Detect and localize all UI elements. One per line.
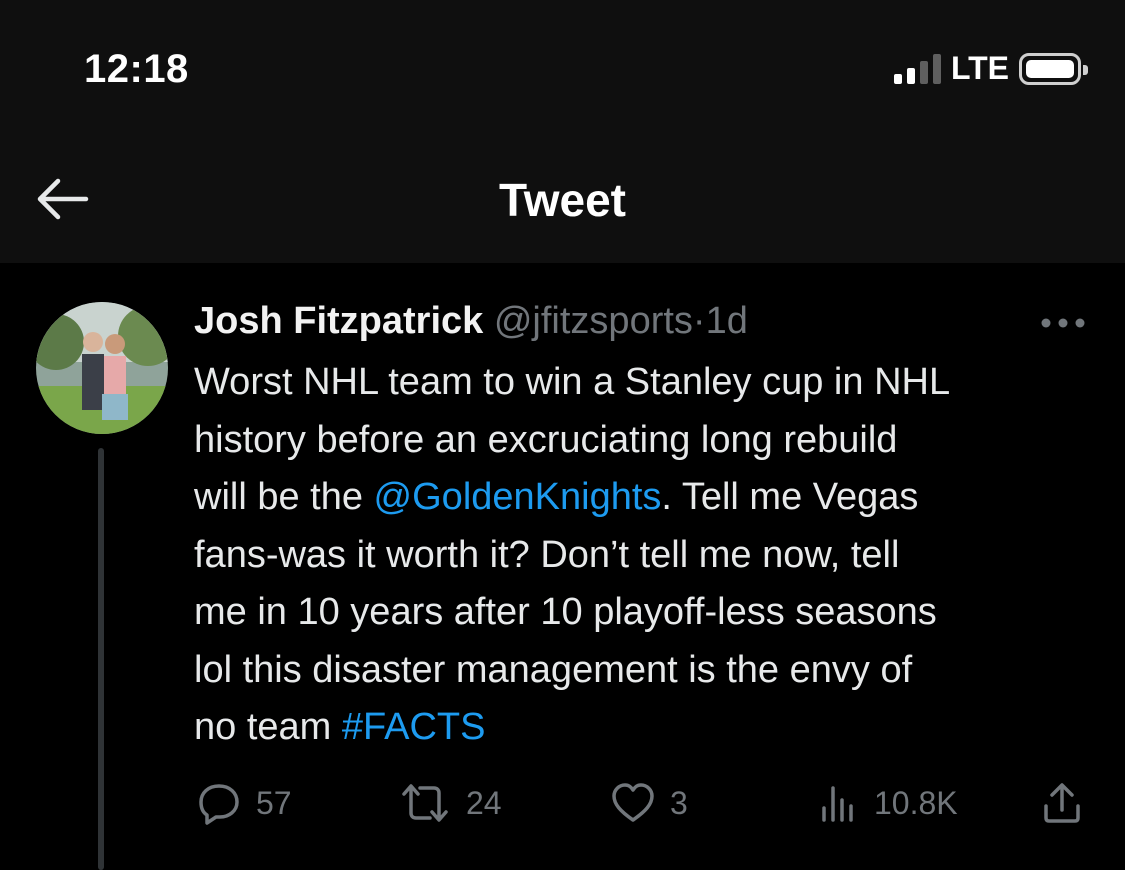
tweet-line: will be the @GoldenKnights. Tell me Vega… <box>194 469 1114 527</box>
reply-button[interactable]: 57 <box>196 780 292 826</box>
network-label: LTE <box>950 50 1009 86</box>
views-count: 10.8K <box>874 784 958 821</box>
tweet-line: Worst NHL team to win a Stanley cup in N… <box>194 361 951 403</box>
tweet-header: Josh Fitzpatrick @jfitzsports·1d <box>194 300 748 343</box>
separator-dot: · <box>692 300 706 342</box>
thread-line <box>98 448 104 870</box>
tweet-line: fans-was it worth it? Don’t tell me now,… <box>194 533 900 576</box>
retweet-button[interactable]: 24 <box>398 780 502 826</box>
share-icon <box>1044 783 1080 823</box>
avatar[interactable] <box>36 302 168 434</box>
tweet-text-segment: . Tell me Vegas <box>661 476 919 518</box>
retweet-count: 24 <box>466 784 502 821</box>
tweet-text-segment: will be the <box>194 476 374 518</box>
author-name[interactable]: Josh Fitzpatrick <box>194 300 483 342</box>
tweet-text-segment: no team <box>194 706 342 748</box>
like-button[interactable]: 3 <box>610 780 688 826</box>
more-options-button[interactable] <box>1040 316 1086 328</box>
avatar-photo <box>36 302 168 434</box>
reply-count: 57 <box>256 784 292 821</box>
signal-bars-icon <box>893 53 941 84</box>
mention-link[interactable]: @GoldenKnights <box>374 476 662 518</box>
status-time: 12:18 <box>84 47 189 91</box>
tweet-line: lol this disaster management is the envy… <box>194 648 913 691</box>
more-dots-icon <box>1041 318 1085 328</box>
heart-icon <box>612 783 654 822</box>
tweet-line: me in 10 years after 10 playoff-less sea… <box>194 591 937 633</box>
status-indicators: LTE <box>893 50 1088 87</box>
views-chart-icon <box>822 786 853 822</box>
author-handle[interactable]: @jfitzsports <box>494 300 693 342</box>
retweet-icon <box>402 784 448 822</box>
tweet-line: no team #FACTS <box>194 699 1114 757</box>
tweet-line: history before an excruciating long rebu… <box>194 418 898 461</box>
reply-icon <box>199 784 239 825</box>
like-count: 3 <box>670 784 688 821</box>
hashtag-link[interactable]: #FACTS <box>342 706 486 748</box>
battery-icon <box>1019 52 1088 85</box>
page-title: Tweet <box>499 174 626 226</box>
share-button[interactable] <box>1040 780 1084 826</box>
header: 12:18 LTE Tweet <box>0 0 1125 263</box>
tweet-text: Worst NHL team to win a Stanley cup in N… <box>194 354 1114 757</box>
tweet-time: 1d <box>705 300 748 342</box>
views-button[interactable]: 10.8K <box>818 780 958 826</box>
